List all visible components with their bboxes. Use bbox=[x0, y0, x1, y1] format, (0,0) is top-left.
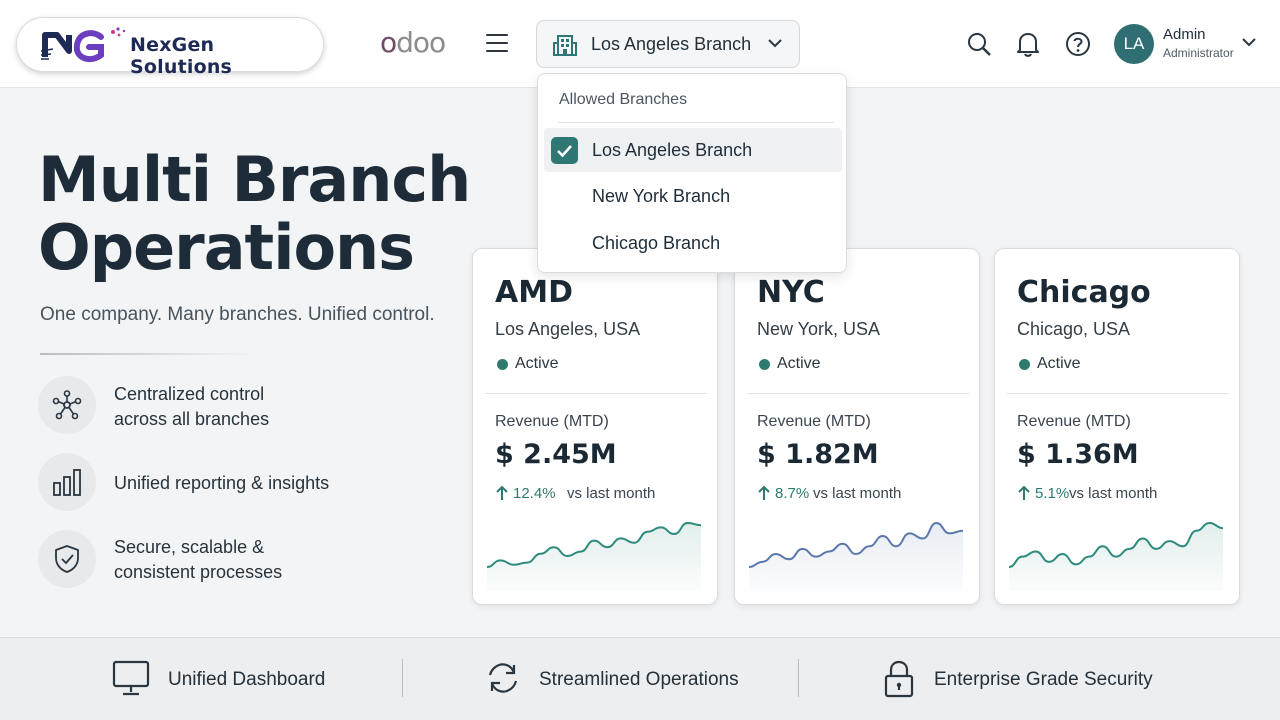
arrow-up-icon bbox=[496, 485, 508, 500]
divider bbox=[747, 393, 969, 394]
status-badge: Active bbox=[777, 355, 821, 372]
branch-code: Chicago bbox=[1017, 275, 1151, 310]
footer-label: Unified Dashboard bbox=[168, 669, 326, 690]
branch-card-chicago[interactable]: Chicago Chicago, USA Active Revenue (MTD… bbox=[994, 248, 1240, 605]
bar-chart-icon bbox=[53, 469, 81, 496]
refresh-icon bbox=[488, 663, 518, 693]
nexgen-logo-icon bbox=[40, 27, 126, 63]
feature-icon-circle bbox=[38, 376, 96, 434]
revenue-sparkline bbox=[487, 521, 701, 591]
sparkline-area bbox=[487, 523, 701, 591]
user-name[interactable]: Admin bbox=[1163, 26, 1206, 43]
status-dot bbox=[1019, 359, 1030, 370]
avatar[interactable]: LA bbox=[1114, 24, 1154, 64]
status-badge: Active bbox=[1037, 355, 1081, 372]
status-badge: Active bbox=[515, 355, 559, 372]
sparkline-area bbox=[749, 523, 963, 591]
user-role: Administrator bbox=[1163, 46, 1234, 60]
hamburger-menu-icon[interactable] bbox=[486, 34, 508, 52]
branch-selector[interactable]: Los Angeles Branch bbox=[536, 20, 800, 68]
checkbox-checked[interactable] bbox=[551, 137, 578, 164]
status-dot bbox=[759, 359, 770, 370]
branch-city: Los Angeles, USA bbox=[495, 319, 641, 339]
arrow-up-icon bbox=[758, 485, 770, 500]
status-dot bbox=[497, 359, 508, 370]
dropdown-item-new-york[interactable]: New York Branch bbox=[544, 174, 842, 218]
feature-text: Unified reporting & insights bbox=[114, 473, 330, 493]
dropdown-item-chicago[interactable]: Chicago Branch bbox=[544, 221, 842, 265]
revenue-change: 5.1% bbox=[1035, 485, 1070, 502]
dropdown-heading: Allowed Branches bbox=[559, 91, 688, 108]
chevron-down-icon[interactable] bbox=[1242, 37, 1256, 47]
page-subtitle: One company. Many branches. Unified cont… bbox=[40, 304, 435, 325]
revenue-value: $ 1.36M bbox=[1017, 439, 1139, 470]
revenue-compare-label: vs last month bbox=[1069, 485, 1158, 502]
dropdown-item-label: Chicago Branch bbox=[592, 233, 721, 253]
shield-check-icon bbox=[55, 545, 79, 573]
bell-icon[interactable] bbox=[1016, 31, 1040, 57]
brand-logo[interactable]: NexGen Solutions bbox=[16, 17, 324, 78]
brand-name: NexGen Solutions bbox=[130, 34, 233, 78]
divider bbox=[40, 353, 255, 355]
branch-code: NYC bbox=[757, 275, 825, 310]
dropdown-item-label: New York Branch bbox=[592, 186, 731, 206]
page-title: Multi Branch Operations bbox=[38, 143, 471, 284]
divider bbox=[402, 659, 403, 697]
feature-footer: Unified Dashboard Streamlined Operations… bbox=[0, 637, 1280, 720]
revenue-value: $ 2.45M bbox=[495, 439, 617, 470]
revenue-label: Revenue (MTD) bbox=[495, 413, 609, 430]
branch-dropdown-menu: Allowed Branches Los Angeles Branch New … bbox=[537, 73, 847, 273]
network-icon bbox=[52, 390, 82, 420]
lock-icon bbox=[884, 660, 914, 698]
footer-label: Streamlined Operations bbox=[539, 669, 739, 690]
monitor-icon bbox=[112, 660, 150, 696]
odoo-logo[interactable]: odoo bbox=[380, 26, 446, 59]
branch-card-amd[interactable]: AMD Los Angeles, USA Active Revenue (MTD… bbox=[472, 248, 718, 605]
divider bbox=[798, 659, 799, 697]
branch-city: New York, USA bbox=[757, 319, 881, 339]
dropdown-item-los-angeles[interactable]: Los Angeles Branch bbox=[544, 128, 842, 172]
arrow-up-icon bbox=[1018, 485, 1030, 500]
divider bbox=[485, 393, 707, 394]
revenue-compare-label: vs last month bbox=[567, 485, 656, 502]
feature-text: Centralized control across all branches bbox=[114, 384, 270, 429]
revenue-change: 12.4% bbox=[513, 485, 556, 502]
revenue-value: $ 1.82M bbox=[757, 439, 879, 470]
building-icon bbox=[553, 35, 577, 56]
revenue-sparkline bbox=[1009, 521, 1223, 591]
help-icon[interactable] bbox=[1065, 31, 1091, 57]
feature-icon-circle bbox=[38, 453, 96, 511]
dropdown-item-label: Los Angeles Branch bbox=[592, 140, 753, 160]
branch-code: AMD bbox=[495, 275, 573, 310]
divider bbox=[558, 122, 834, 123]
revenue-label: Revenue (MTD) bbox=[1017, 413, 1131, 430]
chevron-down-icon bbox=[768, 39, 782, 48]
branch-card-nyc[interactable]: NYC New York, USA Active Revenue (MTD) $… bbox=[734, 248, 980, 605]
revenue-compare-label: vs last month bbox=[813, 485, 902, 502]
footer-label: Enterprise Grade Security bbox=[934, 669, 1153, 690]
divider bbox=[1007, 393, 1229, 394]
revenue-sparkline bbox=[749, 521, 963, 591]
feature-icon-circle bbox=[38, 530, 96, 588]
check-icon bbox=[557, 145, 572, 158]
revenue-label: Revenue (MTD) bbox=[757, 413, 871, 430]
branch-city: Chicago, USA bbox=[1017, 319, 1131, 339]
revenue-change: 8.7% bbox=[775, 485, 810, 502]
feature-text: Secure, scalable & consistent processes bbox=[114, 537, 283, 582]
branch-selector-value: Los Angeles Branch bbox=[591, 34, 752, 54]
search-icon[interactable] bbox=[966, 31, 992, 57]
